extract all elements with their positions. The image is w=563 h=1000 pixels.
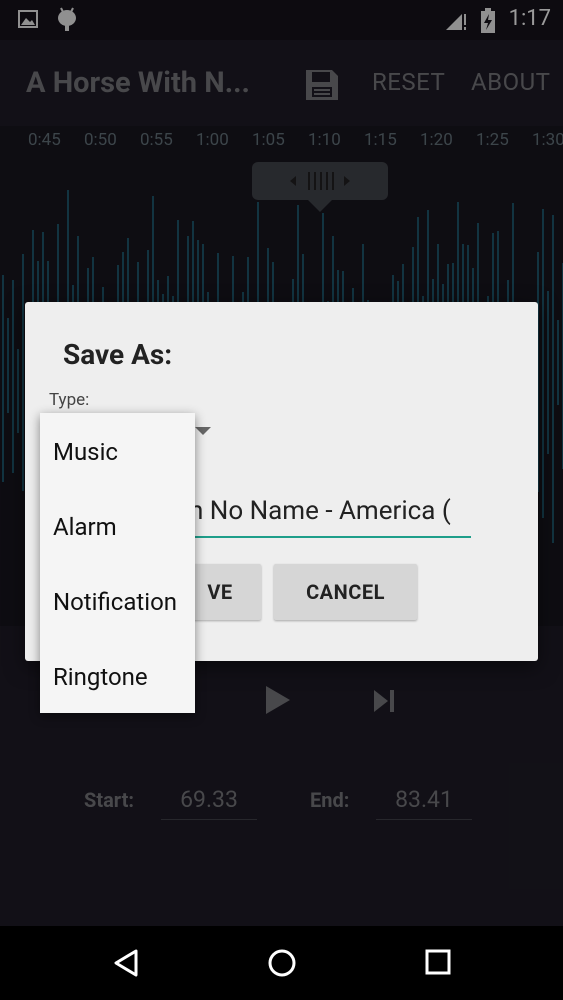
dialog-title: Save As:	[63, 338, 173, 371]
home-icon[interactable]	[267, 948, 297, 978]
cancel-button[interactable]: CANCEL	[274, 564, 417, 620]
type-dropdown-menu: Music Alarm Notification Ringtone	[40, 413, 195, 713]
save-button-label: VE	[207, 580, 233, 604]
type-spinner-arrow-icon[interactable]	[195, 427, 211, 435]
type-label: Type:	[49, 390, 90, 410]
dropdown-option-ringtone[interactable]: Ringtone	[53, 663, 148, 691]
filename-input[interactable]: h No Name - America (	[189, 496, 471, 538]
back-icon[interactable]	[112, 948, 140, 978]
dropdown-option-alarm[interactable]: Alarm	[53, 513, 117, 541]
dropdown-option-music[interactable]: Music	[53, 438, 118, 466]
recents-icon[interactable]	[425, 949, 451, 975]
dropdown-option-notification[interactable]: Notification	[53, 588, 177, 616]
navigation-bar	[0, 926, 563, 1000]
